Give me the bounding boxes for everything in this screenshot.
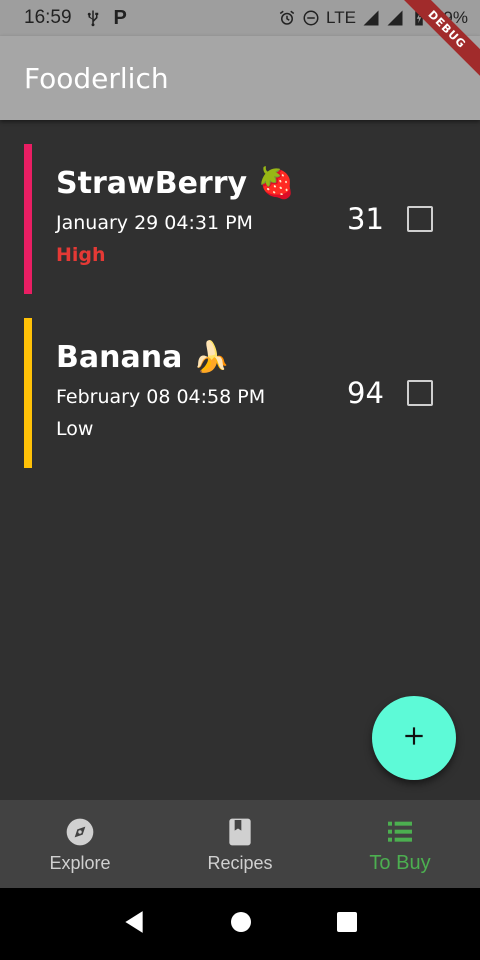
item-checkbox[interactable] — [407, 206, 433, 232]
item-quantity: 94 — [347, 376, 384, 410]
item-date: January 29 04:31 PM — [56, 212, 253, 234]
item-importance: Low — [56, 418, 94, 440]
grocery-item[interactable]: StrawBerry 🍓 January 29 04:31 PM High 31 — [24, 144, 456, 294]
item-name: StrawBerry 🍓 — [56, 166, 295, 201]
alarm-icon — [278, 9, 296, 27]
battery-charging-icon — [410, 9, 428, 27]
back-icon[interactable] — [121, 909, 147, 940]
recents-icon[interactable] — [335, 910, 359, 939]
book-icon — [223, 815, 257, 849]
home-icon[interactable] — [229, 910, 253, 939]
signal-icon — [362, 9, 380, 27]
add-icon — [401, 723, 427, 754]
battery-percent: 79% — [433, 8, 468, 27]
list-icon — [383, 814, 417, 848]
nav-item-to-buy[interactable]: To Buy — [320, 800, 480, 888]
nav-label-to-buy: To Buy — [369, 851, 431, 874]
nav-item-explore[interactable]: Explore — [0, 800, 160, 888]
item-importance: High — [56, 244, 106, 266]
item-name: Banana 🍌 — [56, 340, 231, 375]
signal-no-data-icon — [386, 9, 404, 27]
do-not-disturb-icon — [302, 9, 320, 27]
app-bar: Fooderlich — [0, 36, 480, 120]
nav-label-recipes: Recipes — [207, 852, 273, 873]
system-navigation-bar — [0, 888, 480, 960]
item-quantity: 31 — [347, 202, 384, 236]
status-bar: 16:59 P LTE 79% — [0, 0, 480, 36]
item-color-bar — [24, 318, 32, 468]
nav-item-recipes[interactable]: Recipes — [160, 800, 320, 888]
item-date: February 08 04:58 PM — [56, 386, 266, 408]
status-time: 16:59 — [24, 7, 72, 28]
add-item-button[interactable] — [372, 696, 456, 780]
usb-icon — [84, 9, 102, 27]
grocery-item[interactable]: Banana 🍌 February 08 04:58 PM Low 94 — [24, 318, 456, 468]
nav-label-explore: Explore — [49, 852, 111, 873]
explore-icon — [63, 815, 97, 849]
p-icon: P — [113, 6, 127, 29]
bottom-navigation: Explore Recipes To Buy — [0, 800, 480, 888]
network-type: LTE — [326, 8, 356, 27]
item-color-bar — [24, 144, 32, 294]
item-checkbox[interactable] — [407, 380, 433, 406]
app-title: Fooderlich — [24, 61, 169, 95]
